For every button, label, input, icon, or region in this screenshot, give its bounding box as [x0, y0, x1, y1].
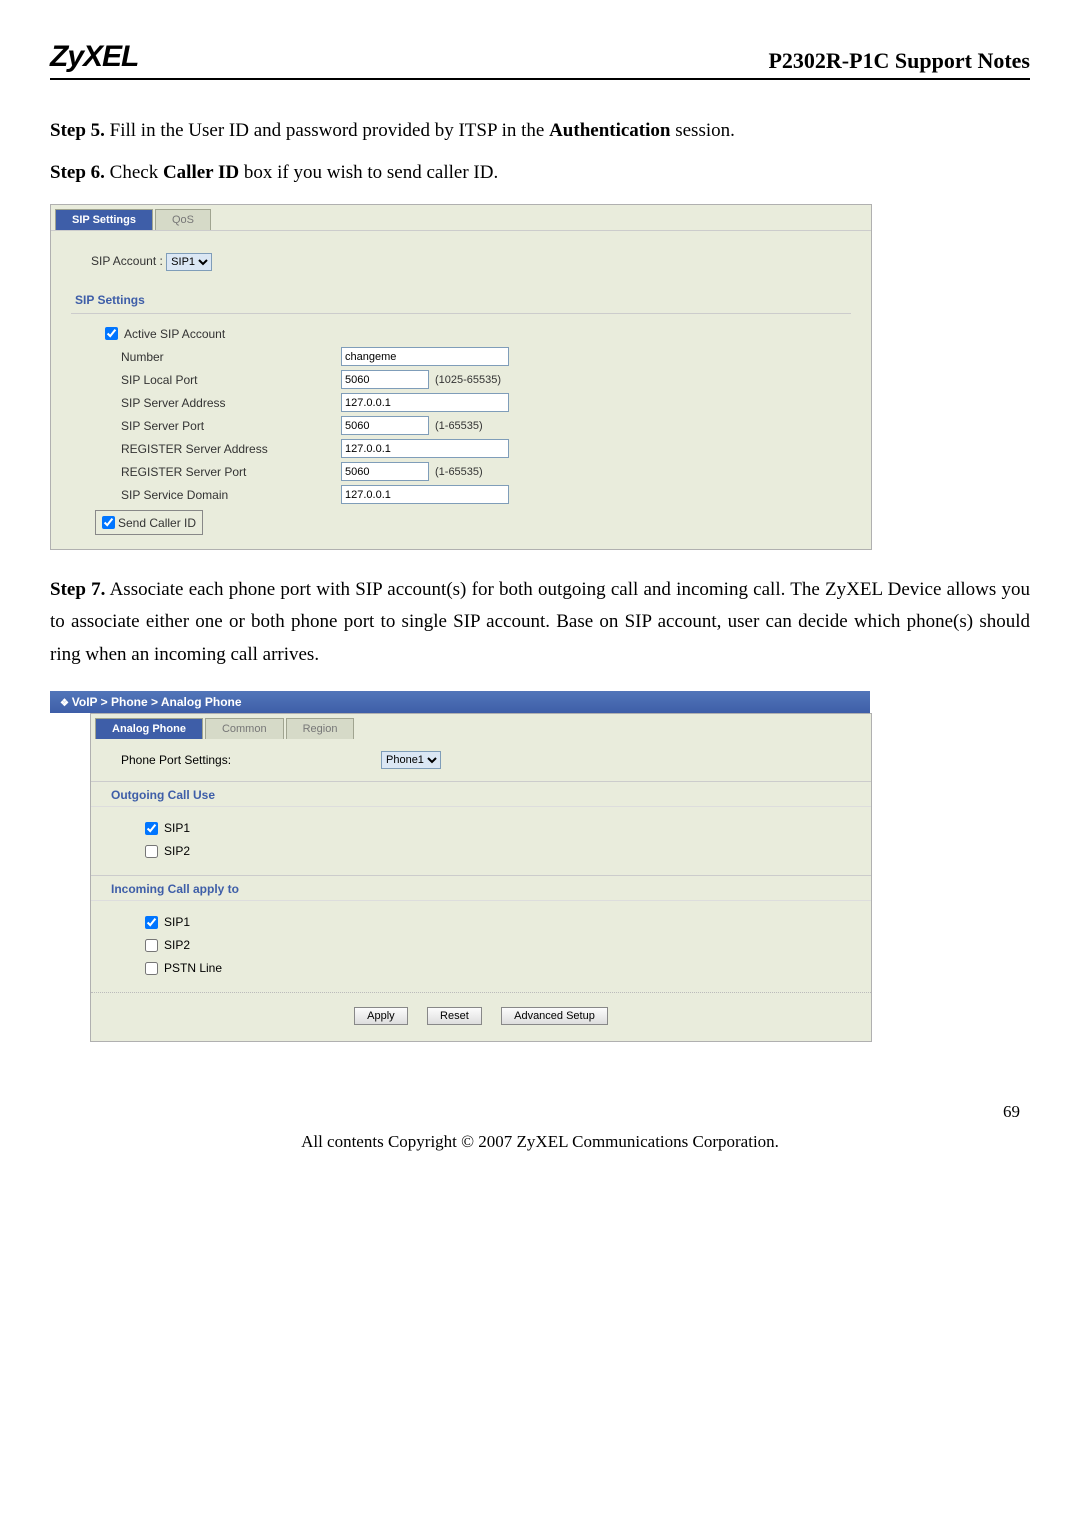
reg-port-input[interactable] — [341, 462, 429, 481]
active-sip-checkbox[interactable] — [105, 327, 118, 340]
step6-text-a: Check — [105, 162, 163, 183]
outgoing-sip1-label: SIP1 — [164, 821, 190, 835]
tab-common[interactable]: Common — [205, 718, 284, 739]
local-port-input[interactable] — [341, 370, 429, 389]
reg-addr-label: REGISTER Server Address — [101, 442, 341, 456]
outgoing-sip2-label: SIP2 — [164, 844, 190, 858]
phone-port-select[interactable]: Phone1 — [381, 751, 441, 769]
step7: Step 7. Associate each phone port with S… — [50, 574, 1030, 671]
server-port-label: SIP Server Port — [101, 419, 341, 433]
sip-settings-title: SIP Settings — [71, 285, 851, 314]
step6-text-b: box if you wish to send caller ID. — [239, 162, 498, 183]
incoming-pstn-label: PSTN Line — [164, 961, 222, 975]
breadcrumb-text: VoIP > Phone > Analog Phone — [72, 695, 242, 709]
number-input[interactable] — [341, 347, 509, 366]
step7-prefix: Step 7. — [50, 579, 105, 600]
tab-analog-phone[interactable]: Analog Phone — [95, 718, 203, 739]
server-addr-label: SIP Server Address — [101, 396, 341, 410]
sip-panel-body: SIP Account : SIP1 SIP Settings Active S… — [51, 230, 871, 549]
incoming-block: SIP1 SIP2 PSTN Line — [91, 901, 871, 992]
step5-bold: Authentication — [549, 120, 670, 141]
outgoing-block: SIP1 SIP2 — [91, 807, 871, 875]
local-port-hint: (1025-65535) — [435, 374, 501, 386]
step6-bold: Caller ID — [163, 162, 239, 183]
tab-sip-settings[interactable]: SIP Settings — [55, 209, 153, 230]
logo: ZyXEL — [50, 40, 138, 74]
button-bar: Apply Reset Advanced Setup — [91, 992, 871, 1041]
breadcrumb: ❖ VoIP > Phone > Analog Phone — [50, 691, 870, 713]
svc-domain-input[interactable] — [341, 485, 509, 504]
svc-domain-label: SIP Service Domain — [101, 488, 341, 502]
analog-phone-panel: Analog Phone Common Region Phone Port Se… — [90, 713, 872, 1042]
incoming-pstn-checkbox[interactable] — [145, 962, 158, 975]
sip-tabbar: SIP Settings QoS — [51, 205, 871, 230]
advanced-setup-button[interactable]: Advanced Setup — [501, 1007, 608, 1025]
send-caller-id-checkbox[interactable] — [102, 516, 115, 529]
sip-settings-panel: SIP Settings QoS SIP Account : SIP1 SIP … — [50, 204, 872, 550]
sip-account-row: SIP Account : SIP1 — [91, 253, 851, 271]
phone-port-label: Phone Port Settings: — [121, 753, 381, 767]
page-number: 69 — [50, 1102, 1020, 1122]
active-sip-row: Active SIP Account — [101, 324, 851, 343]
server-port-input[interactable] — [341, 416, 429, 435]
reg-port-label: REGISTER Server Port — [101, 465, 341, 479]
active-sip-label: Active SIP Account — [124, 327, 225, 341]
outgoing-sip1-checkbox[interactable] — [145, 822, 158, 835]
incoming-sip2-checkbox[interactable] — [145, 939, 158, 952]
tab-qos[interactable]: QoS — [155, 209, 211, 230]
phone-tabbar: Analog Phone Common Region — [91, 714, 871, 739]
step6: Step 6. Check Caller ID box if you wish … — [50, 162, 1030, 184]
step5-prefix: Step 5. — [50, 120, 105, 141]
reg-port-hint: (1-65535) — [435, 466, 483, 478]
step6-prefix: Step 6. — [50, 162, 105, 183]
local-port-label: SIP Local Port — [101, 373, 341, 387]
sip-account-select[interactable]: SIP1 — [166, 253, 212, 271]
step5: Step 5. Fill in the User ID and password… — [50, 120, 1030, 142]
incoming-title: Incoming Call apply to — [91, 875, 871, 901]
sip-form: Active SIP Account Number SIP Local Port… — [101, 324, 851, 535]
step5-text-b: session. — [670, 120, 734, 141]
doc-header: ZyXEL P2302R-P1C Support Notes — [50, 40, 1030, 80]
outgoing-sip2-checkbox[interactable] — [145, 845, 158, 858]
incoming-sip2-label: SIP2 — [164, 938, 190, 952]
incoming-sip1-checkbox[interactable] — [145, 916, 158, 929]
phone-port-row: Phone Port Settings: Phone1 — [91, 739, 871, 781]
send-caller-id-label: Send Caller ID — [118, 516, 196, 530]
send-caller-id-row: Send Caller ID — [95, 510, 203, 535]
footer: All contents Copyright © 2007 ZyXEL Comm… — [50, 1132, 1030, 1152]
step7-text: Associate each phone port with SIP accou… — [50, 579, 1030, 665]
step5-text-a: Fill in the User ID and password provide… — [105, 120, 549, 141]
breadcrumb-icon: ❖ — [60, 698, 72, 709]
server-addr-input[interactable] — [341, 393, 509, 412]
reg-addr-input[interactable] — [341, 439, 509, 458]
tab-region[interactable]: Region — [286, 718, 355, 739]
doc-title: P2302R-P1C Support Notes — [768, 48, 1030, 74]
incoming-sip1-label: SIP1 — [164, 915, 190, 929]
reset-button[interactable]: Reset — [427, 1007, 482, 1025]
number-label: Number — [101, 350, 341, 364]
apply-button[interactable]: Apply — [354, 1007, 408, 1025]
sip-account-label: SIP Account : — [91, 254, 163, 268]
outgoing-title: Outgoing Call Use — [91, 781, 871, 807]
server-port-hint: (1-65535) — [435, 420, 483, 432]
